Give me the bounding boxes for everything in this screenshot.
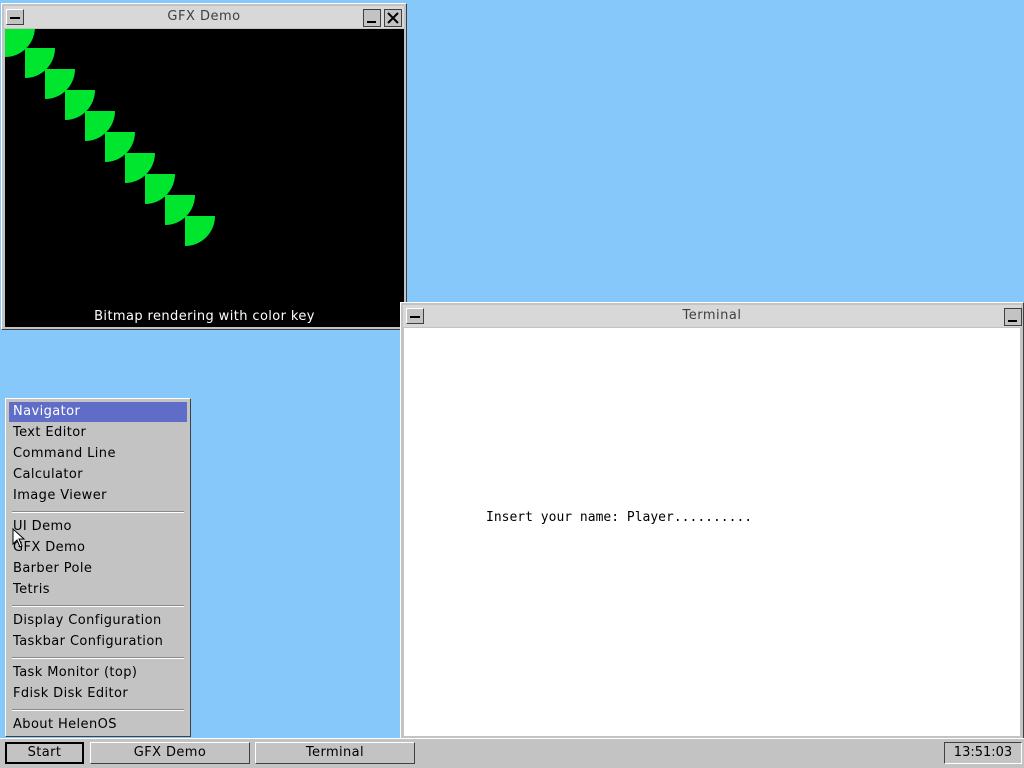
gfx-demo-window: GFX Demo Bitmap rendering with color key [1,3,407,330]
menu-item-gfx-demo[interactable]: GFX Demo [9,538,187,558]
gfx-canvas: Bitmap rendering with color key [5,29,404,327]
terminal-titlebar[interactable]: Terminal [403,305,1022,327]
menu-item-fdisk[interactable]: Fdisk Disk Editor [9,684,187,704]
menu-item-text-editor[interactable]: Text Editor [9,423,187,443]
menu-item-navigator[interactable]: Navigator [9,402,187,422]
menu-item-taskbar-configuration[interactable]: Taskbar Configuration [9,632,187,652]
taskbar-button-terminal[interactable]: Terminal [255,742,415,764]
gfx-demo-titlebar[interactable]: GFX Demo [4,6,404,28]
menu-item-command-line[interactable]: Command Line [9,444,187,464]
close-icon[interactable] [384,9,402,27]
minimize-icon[interactable] [1004,308,1022,326]
menu-separator [12,605,184,607]
start-button[interactable]: Start [5,742,84,764]
bitmap-shapes [5,29,215,246]
terminal-window: Terminal Insert your name: Player.......… [400,302,1024,740]
window-title: Terminal [682,308,742,323]
quarter-circle-shape [185,216,215,246]
minimize-icon[interactable] [363,9,381,27]
menu-item-about[interactable]: About HelenOS [9,715,187,735]
gfx-caption: Bitmap rendering with color key [94,309,315,324]
menu-item-tetris[interactable]: Tetris [9,580,187,600]
clock: 13:51:03 [944,742,1022,764]
window-title: GFX Demo [167,9,241,24]
menu-separator [12,511,184,513]
start-menu: Navigator Text Editor Command Line Calcu… [5,398,191,737]
menu-item-barber-pole[interactable]: Barber Pole [9,559,187,579]
mouse-cursor-icon [12,528,26,548]
taskbar-button-gfx-demo[interactable]: GFX Demo [90,742,250,764]
menu-separator [12,709,184,711]
menu-item-image-viewer[interactable]: Image Viewer [9,486,187,506]
menu-item-task-monitor[interactable]: Task Monitor (top) [9,663,187,683]
taskbar: Start GFX Demo Terminal 13:51:03 [0,738,1024,768]
menu-separator [12,657,184,659]
menu-item-display-configuration[interactable]: Display Configuration [9,611,187,631]
terminal-output: Insert your name: Player.......... [486,510,753,525]
menu-item-ui-demo[interactable]: UI Demo [9,517,187,537]
menu-item-calculator[interactable]: Calculator [9,465,187,485]
terminal-body[interactable]: Insert your name: Player.......... [404,328,1020,736]
